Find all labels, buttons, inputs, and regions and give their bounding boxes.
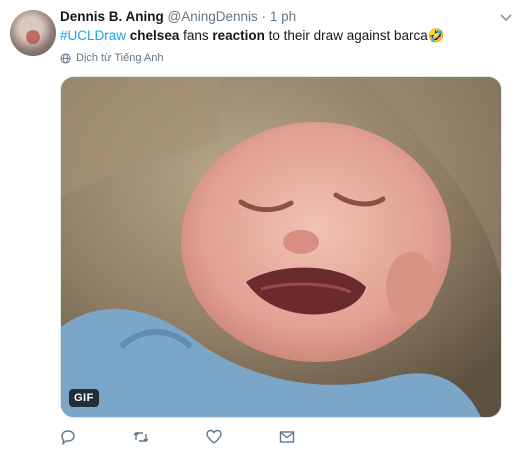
retweet-button[interactable] — [133, 429, 206, 445]
translate-link[interactable]: Dịch từ Tiếng Anh — [60, 52, 163, 64]
globe-icon — [60, 52, 71, 64]
gif-image — [61, 77, 501, 417]
display-name[interactable]: Dennis B. Aning — [60, 9, 164, 24]
tweet-actions — [60, 429, 352, 446]
translate-label: Dịch từ Tiếng Anh — [76, 52, 164, 64]
reply-icon — [61, 430, 75, 446]
caret-down-icon[interactable] — [499, 10, 513, 24]
like-icon — [206, 429, 222, 444]
direct-message-button[interactable] — [279, 429, 352, 445]
header-separator: · — [261, 9, 267, 24]
direct-message-icon — [279, 431, 295, 443]
tweet-text: #UCLDraw chelsea fans reaction to their … — [60, 28, 445, 44]
gif-badge: GIF — [69, 389, 99, 407]
tweet-header: Dennis B. Aning @AningDennis · 1 ph — [60, 9, 296, 27]
like-button[interactable] — [206, 429, 279, 445]
text-keyword-chelsea: chelsea — [129, 28, 180, 43]
tweet-timestamp[interactable]: 1 ph — [270, 9, 296, 24]
retweet-icon — [133, 432, 149, 442]
text-plain-2: to their draw against barca — [264, 28, 428, 43]
avatar[interactable] — [10, 10, 56, 56]
text-keyword-reaction: reaction — [212, 28, 265, 43]
tweet-card[interactable]: Dennis B. Aning @AningDennis · 1 ph #UCL… — [0, 0, 527, 453]
avatar-image-detail — [26, 30, 40, 44]
gif-media[interactable]: GIF — [60, 76, 502, 418]
hashtag-link[interactable]: #UCLDraw — [60, 28, 126, 43]
reply-button[interactable] — [60, 429, 133, 446]
laughing-emoji: 🤣 — [427, 28, 445, 43]
user-handle[interactable]: @AningDennis — [168, 9, 258, 24]
text-plain-1: fans — [179, 28, 213, 43]
